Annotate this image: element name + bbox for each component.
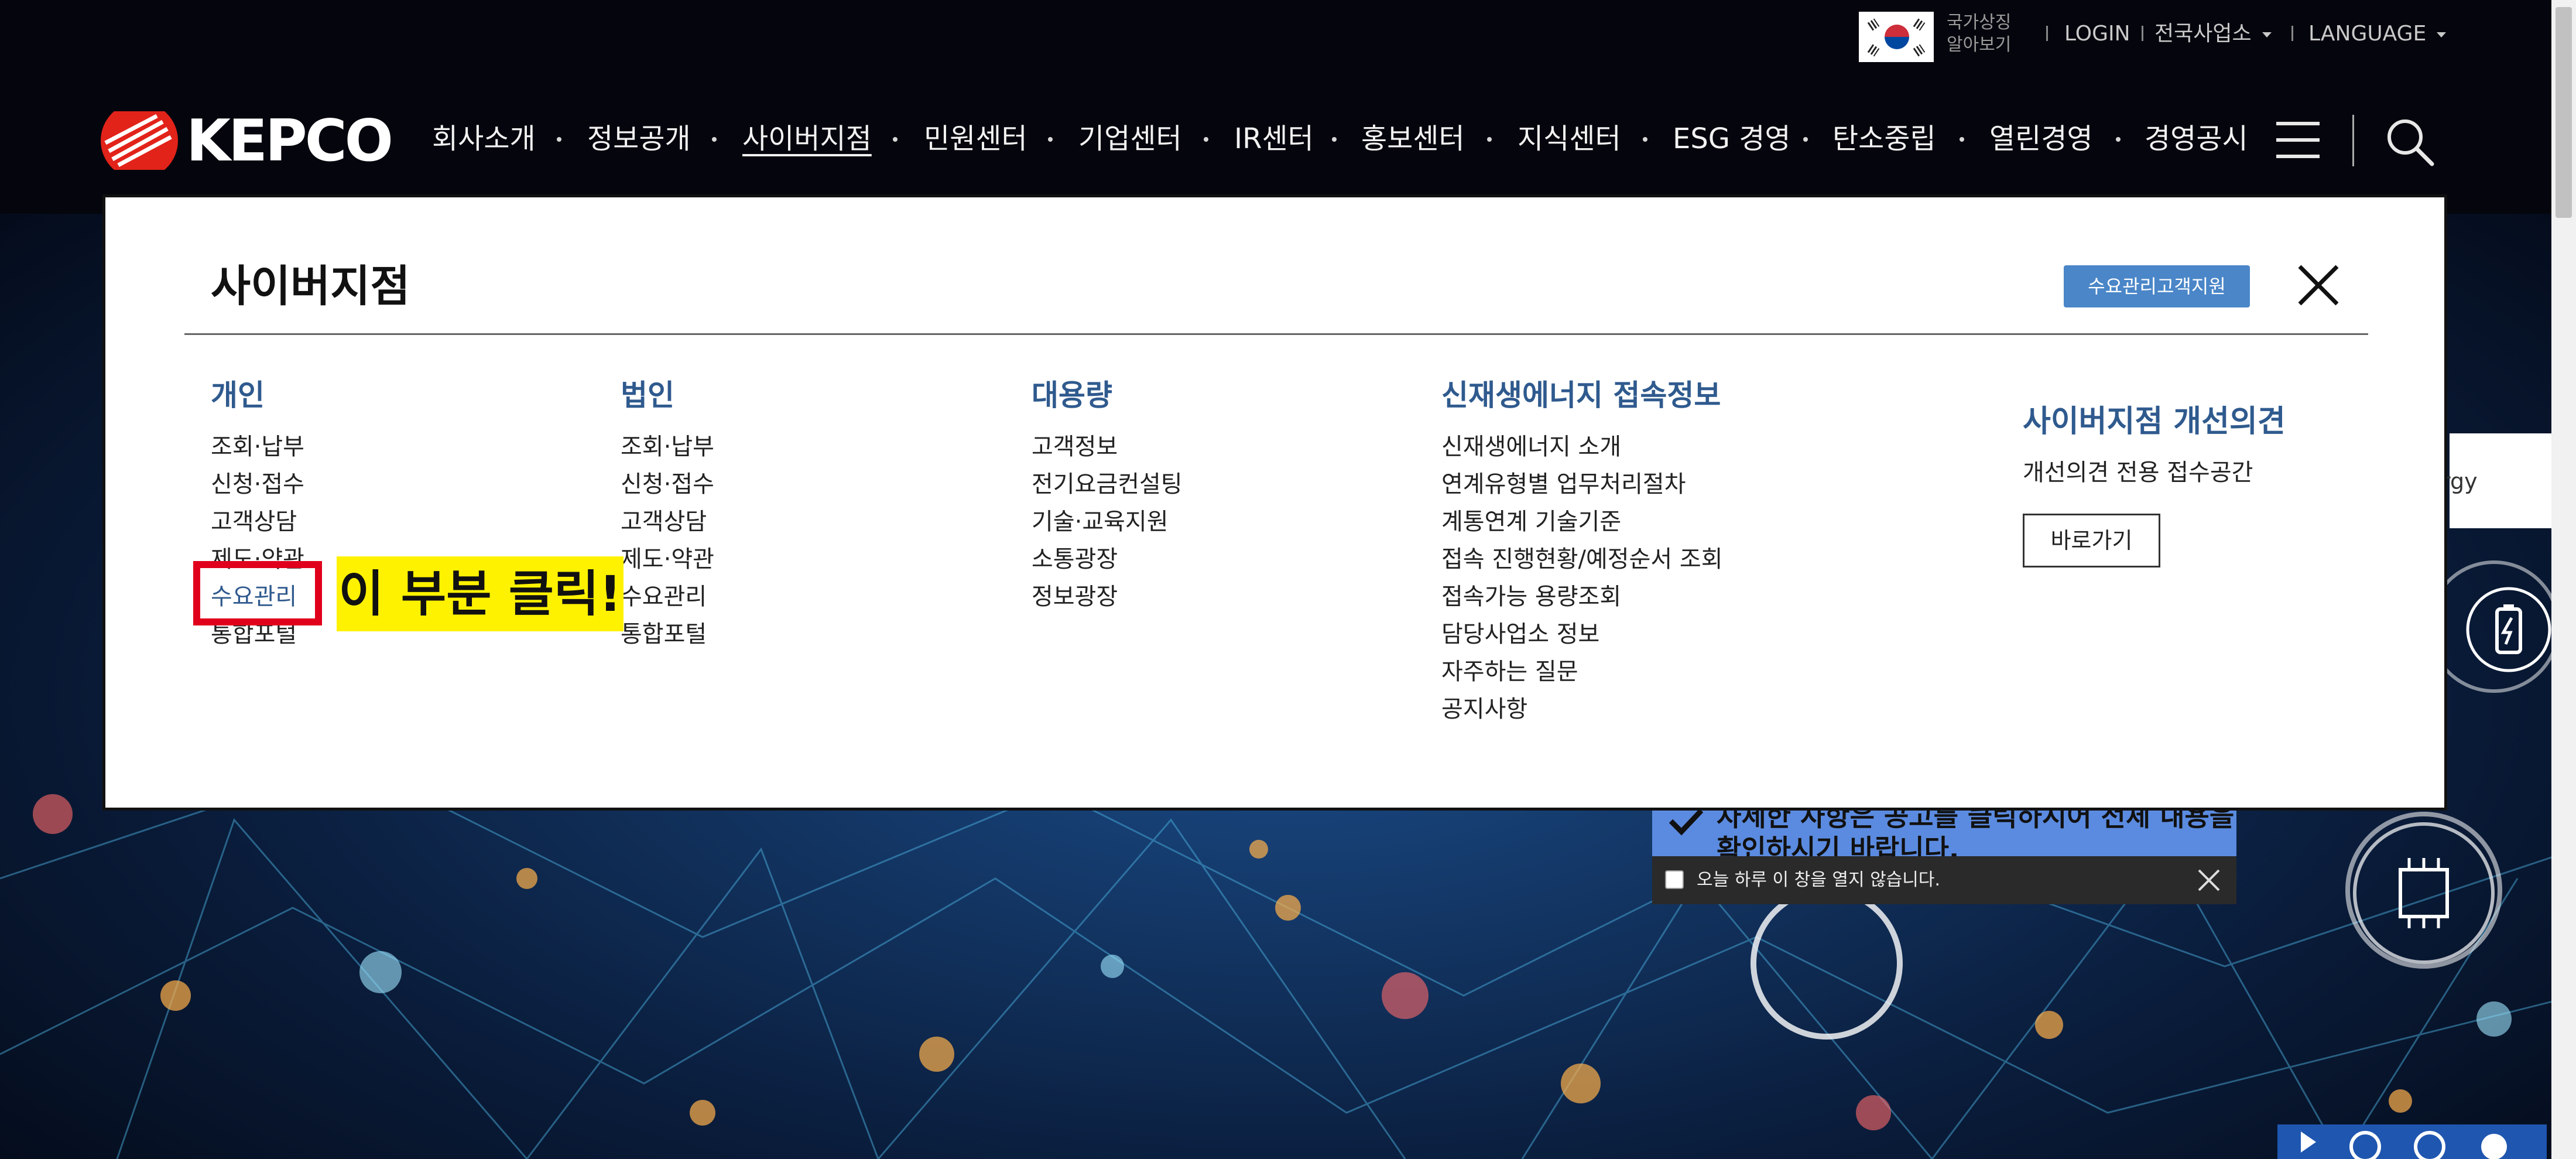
chip-icon[interactable] [2348,817,2500,969]
demand-management-support-button[interactable]: 수요관리고객지원 [2064,265,2250,307]
language-label: LANGUAGE [2308,22,2427,46]
nav-dot [2116,137,2121,142]
carousel-controls [2277,1124,2547,1159]
column-heading-personal[interactable]: 개인 [211,372,265,414]
nav-dot [1487,137,1492,142]
personal-item-inquiry-payment[interactable]: 조회·납부 [211,428,304,461]
nav-dot [1048,137,1053,142]
scrollbar-thumb[interactable] [2556,7,2572,218]
large-item-rate-consulting[interactable]: 전기요금컨설팅 [1032,465,1183,499]
column-heading-renewable[interactable]: 신재생에너지 접속정보 [1441,372,1721,414]
nav-dot [1643,137,1647,142]
corporate-item-integrated-portal[interactable]: 통합포털 [621,615,707,649]
divider [184,333,2368,335]
nav-item-pr-center[interactable]: 홍보센터 [1361,118,1465,159]
nav-dot [1960,137,1964,142]
large-item-communication[interactable]: 소통광장 [1032,540,1118,574]
highlight-box [193,561,322,625]
column-heading-large-volume[interactable]: 대용량 [1032,372,1112,414]
divider [2291,26,2293,41]
nav-dot [712,137,717,142]
dont-show-today-label[interactable]: 오늘 하루 이 창을 열지 않습니다. [1697,867,1940,894]
national-symbol-line1: 국가상징 [1947,12,2012,33]
kepco-logo[interactable]: KEPCO [98,111,403,170]
utility-bar: 국가상징 알아보기 LOGIN 전국사업소 LANGUAGE [0,0,2576,70]
renewable-item-grid-standard[interactable]: 계통연계 기술기준 [1441,502,1621,536]
improvement-desc: 개선의견 전용 접수공간 [2023,459,2253,486]
chevron-down-icon [2262,32,2272,37]
renewable-item-progress[interactable]: 접속 진행현황/예정순서 조회 [1441,540,1723,574]
language-dropdown[interactable]: LANGUAGE [2308,21,2447,47]
offices-label: 전국사업소 [2154,22,2252,46]
corporate-item-demand-management[interactable]: 수요관리 [621,577,707,611]
renewable-item-intro[interactable]: 신재생에너지 소개 [1441,428,1621,461]
large-item-information[interactable]: 정보광장 [1032,577,1118,611]
nav-item-open-management[interactable]: 열린경영 [1989,118,2093,159]
nav-item-disclosure[interactable]: 정보공개 [587,118,691,159]
renewable-item-faq[interactable]: 자주하는 질문 [1441,652,1578,686]
checkmark-icon [1669,808,1704,836]
divider [2142,26,2143,41]
chevron-down-icon [2437,32,2447,37]
login-link[interactable]: LOGIN [2064,21,2130,47]
menu-icon[interactable] [2276,119,2320,160]
nav-item-disclosure-management[interactable]: 경영공시 [2145,118,2248,159]
svg-text:KEPCO: KEPCO [186,111,391,170]
corporate-item-terms[interactable]: 제도·약관 [621,540,714,574]
panel-title: 사이버지점 [211,261,410,312]
nav-item-ir-center[interactable]: IR센터 [1234,118,1314,159]
corporate-item-application[interactable]: 신청·접수 [621,465,714,499]
renewable-item-notice[interactable]: 공지사항 [1441,690,1527,724]
nav-item-esg[interactable]: ESG 경영 [1673,118,1791,159]
nav-dot [1332,137,1337,142]
column-heading-corporate[interactable]: 법인 [621,372,674,414]
renewable-item-capacity[interactable]: 접속가능 용량조회 [1441,577,1621,611]
corporate-item-consultation[interactable]: 고객상담 [621,502,707,536]
notice-popup-footer: 오늘 하루 이 창을 열지 않습니다. [1652,856,2236,904]
improvement-title: 사이버지점 개선의견 [2023,404,2286,439]
nav-item-company[interactable]: 회사소개 [432,118,536,159]
close-icon[interactable] [2195,867,2222,894]
goto-button[interactable]: 바로가기 [2023,514,2160,567]
renewable-item-procedure[interactable]: 연계유형별 업무처리절차 [1441,465,1686,499]
national-symbol-line2: 알아보기 [1947,35,2012,55]
large-item-customer-info[interactable]: 고객정보 [1032,428,1118,461]
large-item-tech-education[interactable]: 기술·교육지원 [1032,502,1169,536]
nav-dot [1204,137,1208,142]
nav-item-civil-center[interactable]: 민원센터 [924,118,1027,159]
corporate-item-inquiry-payment[interactable]: 조회·납부 [621,428,714,461]
nav-item-cyber-branch[interactable]: 사이버지점 [742,118,872,159]
cyber-branch-mega-menu: 사이버지점 수요관리고객지원 개인 조회·납부 신청·접수 고객상담 제도·약관… [102,194,2447,811]
dont-show-today-checkbox[interactable] [1665,870,1684,889]
search-icon[interactable] [2383,115,2435,167]
nav-dot [1803,137,1808,142]
personal-item-application[interactable]: 신청·접수 [211,465,304,499]
renewable-item-office-info[interactable]: 담당사업소 정보 [1441,615,1599,649]
national-symbol-link[interactable]: 국가상징 알아보기 [1947,12,2011,56]
personal-item-consultation[interactable]: 고객상담 [211,502,297,536]
nav-dot [557,137,561,142]
nav-item-business-center[interactable]: 기업센터 [1078,118,1182,159]
click-here-callout: 이 부분 클릭! [337,556,624,631]
battery-icon[interactable] [2465,586,2553,673]
korea-flag-icon[interactable] [1859,12,1934,62]
close-icon[interactable] [2289,256,2348,314]
nav-item-carbon-neutral[interactable]: 탄소중립 [1832,118,1936,159]
divider [2046,26,2048,41]
offices-dropdown[interactable]: 전국사업소 [2154,21,2272,47]
divider [2352,115,2354,166]
main-nav: KEPCO 회사소개 정보공개 사이버지점 민원센터 기업센터 IR센터 홍보센… [0,70,2576,214]
nav-dot [893,137,898,142]
nav-item-knowledge-center[interactable]: 지식센터 [1517,118,1621,159]
